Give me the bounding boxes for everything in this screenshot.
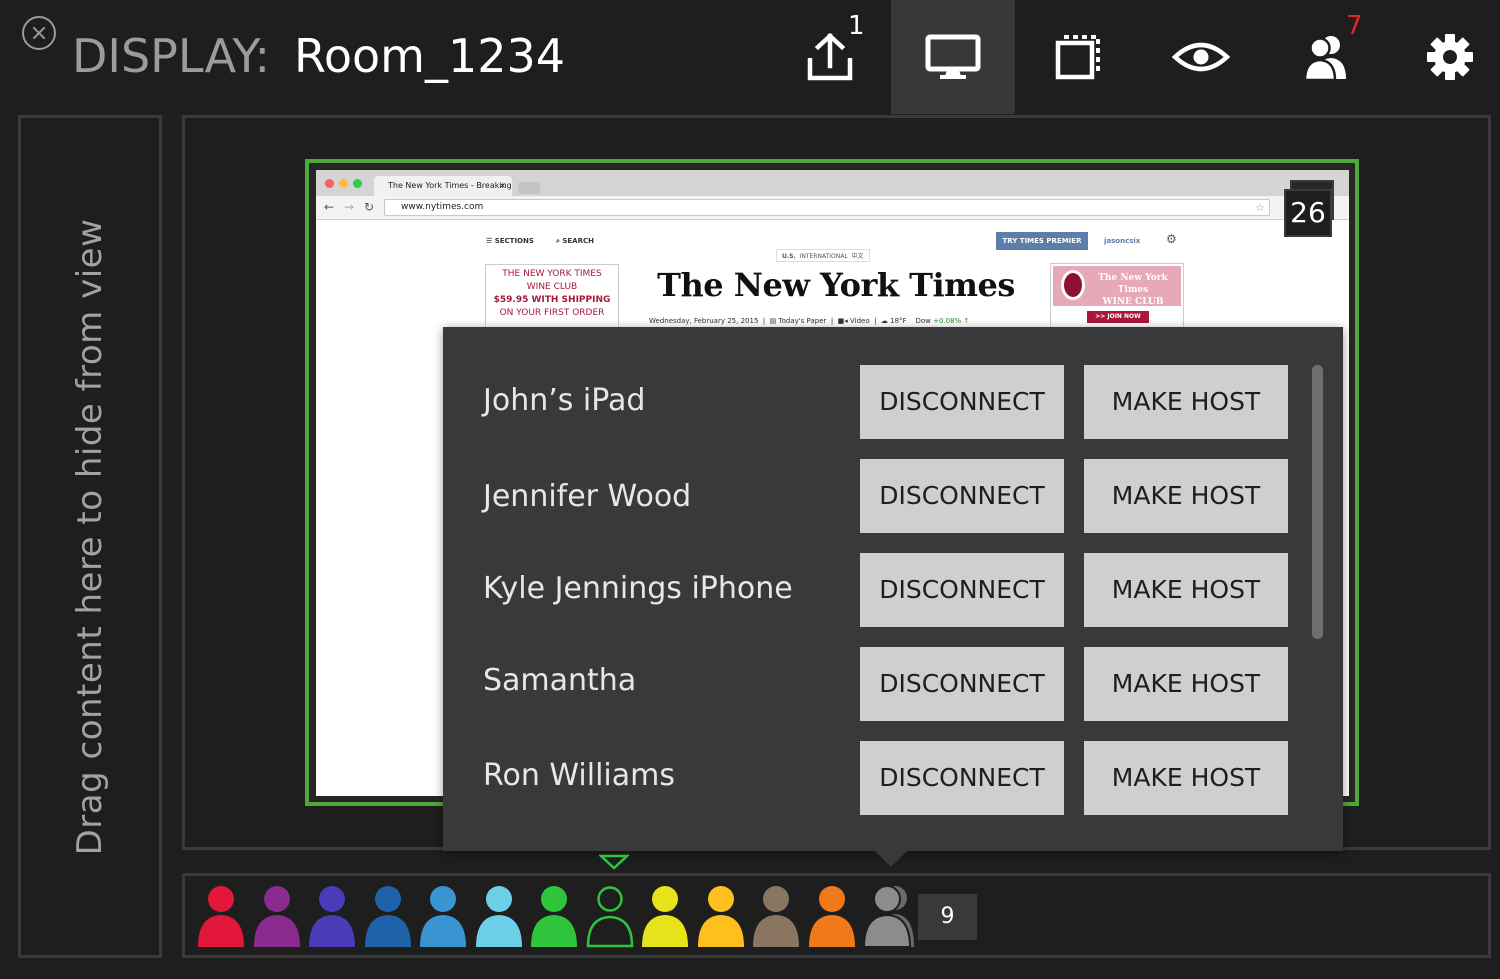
participant-avatar-icon[interactable] [307,883,357,949]
share-button[interactable]: 1 [768,0,892,114]
maximize-dot [353,179,362,188]
nyt-logo: The New York Times [657,266,1015,304]
disconnect-button[interactable]: DISCONNECT [860,553,1064,627]
wine-club-ad-right: The New York Times WINE CLUB >> JOIN NOW [1050,263,1184,329]
reload-icon: ↻ [364,200,375,214]
participant-name: Samantha [483,663,637,698]
participant-avatar-icon[interactable] [807,883,857,949]
wine-club-ad-left: THE NEW YORK TIMES WINE CLUB $59.95 WITH… [485,264,619,328]
minimize-dot [339,179,348,188]
back-arrow-icon: ← [324,200,335,214]
address-bar: www.nytimes.com ☆ [384,199,1270,216]
layout-button[interactable] [1016,0,1140,114]
room-name: Room_1234 [294,29,566,83]
disconnect-button[interactable]: DISCONNECT [860,365,1064,439]
participants-popover: John’s iPad DISCONNECT MAKE HOST Jennife… [443,327,1343,851]
hide-drop-zone[interactable]: Drag content here to hide from view [18,115,162,958]
make-host-button[interactable]: MAKE HOST [1084,459,1288,533]
disconnect-button[interactable]: DISCONNECT [860,741,1064,815]
disconnect-button[interactable]: DISCONNECT [860,459,1064,533]
nyt-gear-icon: ⚙ [1166,232,1177,246]
participant-avatar-icon[interactable] [196,883,246,949]
display-title: DISPLAY: Room_1234 [72,28,565,84]
participant-name: Jennifer Wood [483,479,692,514]
participants-button[interactable]: 7 [1264,0,1388,114]
make-host-button[interactable]: MAKE HOST [1084,741,1288,815]
bookmark-star-icon: ☆ [1255,201,1265,214]
browser-tab: The New York Times - Breaking News × [374,176,512,196]
nyt-premier-button: TRY TIMES PREMIER [996,232,1088,250]
participant-avatar-icon[interactable] [474,883,524,949]
participant-avatar-icon[interactable] [751,883,801,949]
participant-avatar-icon[interactable] [640,883,690,949]
participant-avatar-icon[interactable] [252,883,302,949]
nyt-dateline: Wednesday, February 25, 2015 | ▤ Today's… [649,317,970,325]
share-count-badge: 1 [848,11,865,41]
participant-name: John’s iPad [483,383,646,418]
participant-avatar-icon[interactable] [862,883,916,949]
participant-avatar-icon[interactable] [363,883,413,949]
disconnect-button[interactable]: DISCONNECT [860,647,1064,721]
display-label: DISPLAY: [72,29,270,83]
participant-avatar-icon[interactable] [418,883,468,949]
nyt-search: ⌕ SEARCH [556,237,594,245]
display-tab[interactable] [891,0,1015,114]
participant-name: Ron Williams [483,758,675,793]
hide-drop-hint: Drag content here to hide from view [70,218,110,855]
join-now-button: >> JOIN NOW [1087,311,1149,323]
browser-tab-title: The New York Times - Breaking News [388,181,512,190]
eye-icon [1172,42,1230,72]
nyt-user: jasoncsix [1104,237,1141,245]
new-tab-icon [518,182,540,194]
share-upload-icon [807,32,853,81]
popover-scrollbar[interactable] [1312,365,1323,639]
participant-avatar-icon[interactable] [529,883,579,949]
popover-pointer [874,850,908,867]
browser-toolbar: ← → ↻ www.nytimes.com ☆ [316,196,1349,220]
frame-select-icon [1055,35,1100,80]
app-root: DISPLAY: Room_1234 1 7 Drag content here… [0,0,1500,979]
participant-avatar-icon[interactable] [585,883,635,949]
forward-arrow-icon: → [344,200,355,214]
close-icon[interactable] [22,16,56,50]
tab-close-icon: × [499,181,506,190]
browser-tab-strip: The New York Times - Breaking News × [316,170,1349,196]
participant-avatar-icon[interactable] [696,883,746,949]
close-dot [325,179,334,188]
make-host-button[interactable]: MAKE HOST [1084,553,1288,627]
overflow-count[interactable]: 9 [918,894,977,940]
nyt-edition-bar: U.S. INTERNATIONAL 中文 [776,249,870,262]
nyt-sections: ☰ SECTIONS [486,237,534,245]
address-text: www.nytimes.com [401,202,484,212]
users-icon [1303,36,1346,81]
gear-icon [1427,34,1473,80]
participant-name: Kyle Jennings iPhone [483,571,793,606]
settings-button[interactable] [1388,0,1500,114]
wine-glass-icon [1061,270,1085,300]
make-host-button[interactable]: MAKE HOST [1084,647,1288,721]
preview-button[interactable] [1139,0,1263,114]
make-host-button[interactable]: MAKE HOST [1084,365,1288,439]
content-stack-badge[interactable]: 26 [1284,180,1336,237]
participants-count-badge: 7 [1346,11,1363,41]
drop-indicator-icon [599,854,629,870]
monitor-icon [925,34,981,79]
content-count: 26 [1284,189,1332,237]
